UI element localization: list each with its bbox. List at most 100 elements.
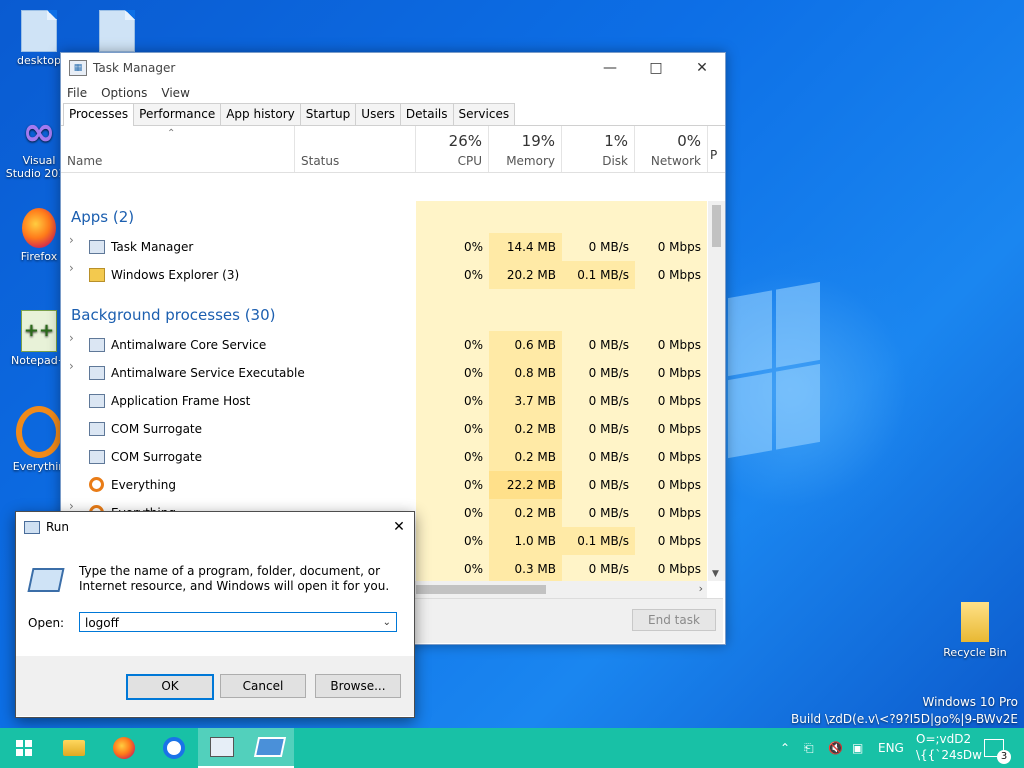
close-icon[interactable]: ✕ <box>384 512 414 542</box>
column-cpu[interactable]: 26% CPU <box>416 126 489 172</box>
scroll-thumb[interactable] <box>712 205 721 247</box>
group-apps[interactable]: Apps (2) <box>61 201 707 233</box>
maximize-icon[interactable]: □ <box>633 53 679 83</box>
cancel-button[interactable]: Cancel <box>220 674 306 698</box>
end-task-button[interactable]: End task <box>632 609 716 631</box>
column-power[interactable]: P <box>708 126 723 172</box>
tab-processes[interactable]: Processes <box>63 103 135 126</box>
chevron-up-icon[interactable]: ⌃ <box>780 728 790 768</box>
column-memory[interactable]: 19% Memory <box>489 126 562 172</box>
expand-chevron-icon[interactable]: › <box>69 359 74 373</box>
explorer-icon <box>89 268 105 282</box>
taskbar-task-manager[interactable] <box>198 728 246 768</box>
disk-value: 0.1 MB/s <box>562 261 635 289</box>
window-controls: — □ ✕ <box>587 53 725 83</box>
vertical-scrollbar[interactable]: ▼ <box>708 201 725 581</box>
expand-chevron-icon[interactable]: › <box>69 261 74 275</box>
network-value: 0 Mbps <box>635 359 707 387</box>
clock[interactable]: O=;vdD2 \{{`24sDw <box>916 731 982 763</box>
file-icon <box>99 10 135 52</box>
browse-button[interactable]: Browse... <box>315 674 401 698</box>
menu-file[interactable]: File <box>67 83 87 103</box>
recycle-bin-icon <box>961 602 989 642</box>
table-row[interactable]: COM Surrogate 0% 0.2 MB 0 MB/s 0 Mbps <box>61 443 707 471</box>
com-surrogate-icon <box>89 450 105 464</box>
disk-value: 0 MB/s <box>562 387 635 415</box>
menu-view[interactable]: View <box>161 83 189 103</box>
scroll-right-icon[interactable]: › <box>699 582 703 595</box>
start-button[interactable] <box>0 728 48 768</box>
column-network[interactable]: 0% Network <box>635 126 708 172</box>
table-row[interactable]: COM Surrogate 0% 0.2 MB 0 MB/s 0 Mbps <box>61 415 707 443</box>
cpu-value: 0% <box>416 359 489 387</box>
table-row[interactable]: Everything 0% 22.2 MB 0 MB/s 0 Mbps <box>61 471 707 499</box>
memory-value: 20.2 MB <box>489 261 562 289</box>
windows-watermark: Windows 10 Pro Build \zdD(e.v\<?9?I5D|go… <box>791 695 1018 726</box>
tab-users[interactable]: Users <box>355 103 401 125</box>
memory-value: 14.4 MB <box>489 233 562 261</box>
notification-count: 3 <box>997 750 1011 764</box>
menu-options[interactable]: Options <box>101 83 147 103</box>
open-input-value: logoff <box>85 616 119 630</box>
tab-performance[interactable]: Performance <box>133 103 222 125</box>
security-icon[interactable]: ▣ <box>852 728 863 768</box>
cpu-value: 0% <box>416 471 489 499</box>
table-row[interactable]: › Antimalware Service Executable 0% 0.8 … <box>61 359 707 387</box>
table-row[interactable]: › Task Manager 0% 14.4 MB 0 MB/s 0 Mbps <box>61 233 707 261</box>
network-total: 0% <box>677 132 701 150</box>
open-label: Open: <box>28 616 65 630</box>
cpu-total: 26% <box>448 132 482 150</box>
process-name: Everything <box>111 478 176 492</box>
everything-icon <box>16 406 62 458</box>
volume-muted-icon[interactable]: 🔇 <box>828 728 843 768</box>
taskbar-run[interactable] <box>246 728 294 768</box>
desktop-icon-file[interactable] <box>82 10 152 54</box>
column-name[interactable]: Name <box>61 126 295 172</box>
run-titlebar[interactable]: Run <box>16 512 414 542</box>
process-name: Task Manager <box>111 240 194 254</box>
memory-value: 0.3 MB <box>489 555 562 581</box>
minimize-icon[interactable]: — <box>587 53 633 83</box>
chevron-down-icon[interactable]: ⌄ <box>383 613 391 633</box>
scroll-down-icon[interactable]: ▼ <box>712 569 719 579</box>
notification-center-icon[interactable]: 3 <box>984 739 1011 764</box>
memory-value: 0.6 MB <box>489 331 562 359</box>
tab-services[interactable]: Services <box>452 103 516 125</box>
folder-icon <box>63 740 85 756</box>
cpu-value: 0% <box>416 233 489 261</box>
open-input[interactable]: logoff ⌄ <box>79 612 397 632</box>
table-row[interactable]: › Antimalware Core Service 0% 0.6 MB 0 M… <box>61 331 707 359</box>
language-indicator[interactable]: ENG <box>878 728 904 768</box>
service-icon <box>89 338 105 352</box>
service-icon <box>89 366 105 380</box>
group-background-processes[interactable]: Background processes (30) <box>61 299 707 331</box>
close-icon[interactable]: ✕ <box>679 53 725 83</box>
cpu-value: 0% <box>416 527 489 555</box>
taskbar-chrome[interactable] <box>150 728 198 768</box>
disk-value: 0 MB/s <box>562 359 635 387</box>
window-title: Task Manager <box>93 61 176 75</box>
column-disk[interactable]: 1% Disk <box>562 126 635 172</box>
run-button-bar: OK Cancel Browse... <box>16 656 414 716</box>
column-status[interactable]: Status <box>295 126 416 172</box>
expand-chevron-icon[interactable]: › <box>69 331 74 345</box>
cpu-value: 0% <box>416 261 489 289</box>
tab-startup[interactable]: Startup <box>299 103 357 125</box>
network-icon[interactable]: ⎗ <box>804 728 814 768</box>
ok-button[interactable]: OK <box>126 674 214 700</box>
everything-search-icon <box>89 477 104 492</box>
desktop-icon-recycle-bin[interactable]: Recycle Bin <box>936 602 1014 659</box>
taskbar-firefox[interactable] <box>100 728 148 768</box>
memory-total: 19% <box>521 132 555 150</box>
taskbar-file-explorer[interactable] <box>50 728 98 768</box>
table-row[interactable]: › Windows Explorer (3) 0% 20.2 MB 0.1 MB… <box>61 261 707 289</box>
tab-bar: Processes Performance App history Startu… <box>61 103 725 126</box>
table-row[interactable]: Application Frame Host 0% 3.7 MB 0 MB/s … <box>61 387 707 415</box>
tab-app-history[interactable]: App history <box>220 103 301 125</box>
expand-chevron-icon[interactable]: › <box>69 233 74 247</box>
scroll-thumb[interactable] <box>416 585 546 594</box>
task-manager-icon <box>210 737 234 757</box>
run-description: Type the name of a program, folder, docu… <box>79 564 390 593</box>
memory-value: 0.8 MB <box>489 359 562 387</box>
tab-details[interactable]: Details <box>399 103 454 125</box>
